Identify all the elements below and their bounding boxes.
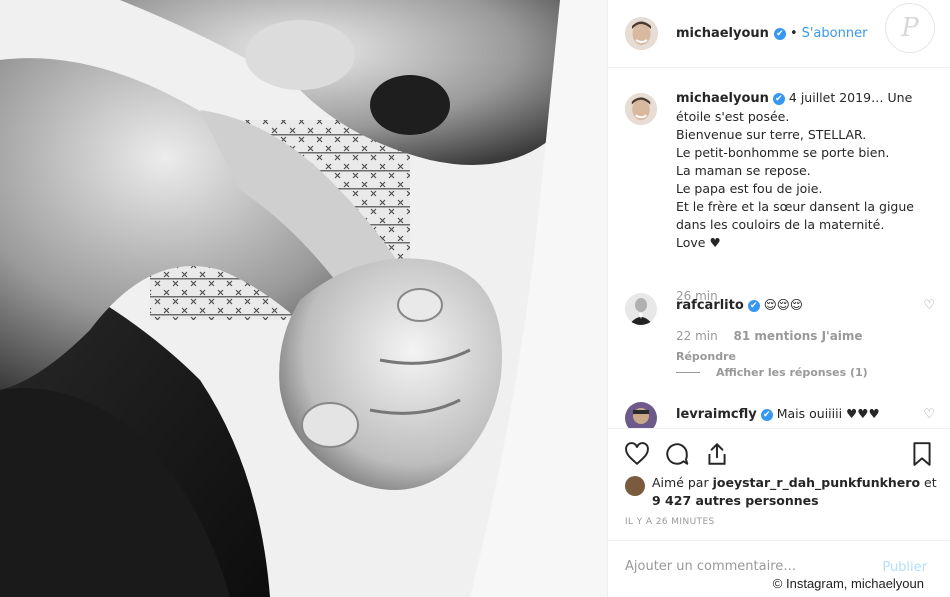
- comment-body: levraimcfly ✔ Mais ouiiiii ♥♥♥: [676, 405, 916, 423]
- likes-prefix: Aimé par: [652, 475, 709, 490]
- liker-avatar[interactable]: [625, 476, 645, 496]
- publish-button[interactable]: Publier: [882, 560, 927, 575]
- baby-hand-photo: [0, 0, 607, 597]
- comment-text: Mais ouiiiii ♥♥♥: [776, 406, 880, 421]
- caption-verified-icon: ✔: [772, 92, 785, 105]
- comment-like-heart-icon[interactable]: ♡: [923, 407, 935, 422]
- caption-line: Love ♥: [676, 235, 721, 250]
- reply-button[interactable]: Répondre: [676, 348, 916, 365]
- likes-conjunction: et: [924, 475, 937, 490]
- caption-line: 4 juillet 2019… Une: [788, 90, 913, 105]
- comment-input[interactable]: [625, 559, 865, 574]
- site-watermark-logo: P: [885, 3, 935, 53]
- comments-list[interactable]: michaelyoun ✔ 4 juillet 2019… Une étoile…: [608, 69, 950, 429]
- comment-body: rafcarlito ✔ 😌😌😌 22 min 81 mentions J'ai…: [676, 296, 916, 365]
- caption-author-face-icon: [625, 93, 657, 125]
- author-face-icon: [625, 17, 658, 50]
- comment-text: 😌😌😌: [763, 297, 803, 312]
- comment-meta: 22 min 81 mentions J'aime: [676, 328, 916, 345]
- post-photo[interactable]: [0, 0, 607, 597]
- author-username[interactable]: michaelyoun: [676, 26, 769, 41]
- commenter-username[interactable]: levraimcfly: [676, 407, 757, 422]
- share-icon[interactable]: [704, 441, 730, 467]
- heart-icon[interactable]: [624, 441, 650, 467]
- verified-badge-icon: ✔: [773, 27, 786, 40]
- commenter-avatar[interactable]: [625, 402, 657, 429]
- commenter-verified-icon: ✔: [760, 408, 773, 421]
- author-avatar[interactable]: [625, 17, 658, 50]
- caption-username[interactable]: michaelyoun: [676, 91, 769, 106]
- caption-line: Et le frère et la sœur dansent la gigue: [676, 199, 914, 214]
- commenter-username[interactable]: rafcarlito: [676, 298, 744, 313]
- caption-line: La maman se repose.: [676, 163, 811, 178]
- post-sidebar: michaelyoun ✔ • S'abonner P michaelyoun …: [607, 0, 950, 597]
- comment-icon[interactable]: [664, 441, 690, 467]
- post-header: michaelyoun ✔ • S'abonner P: [608, 0, 950, 68]
- caption-line: Le petit-bonhomme se porte bien.: [676, 145, 890, 160]
- post-timestamp[interactable]: IL Y A 26 MINUTES: [625, 517, 715, 527]
- view-replies-label: Afficher les réponses (1): [716, 366, 868, 379]
- liker-username[interactable]: joeystar_r_dah_punkfunkhero: [713, 475, 920, 490]
- commenter-face-icon: [625, 293, 657, 325]
- replies-line: [676, 372, 700, 373]
- bookmark-icon[interactable]: [909, 441, 935, 467]
- caption-line: Le papa est fou de joie.: [676, 181, 823, 196]
- likes-others[interactable]: 9 427 autres personnes: [652, 493, 819, 508]
- caption-text: michaelyoun ✔ 4 juillet 2019… Une étoile…: [676, 89, 936, 252]
- commenter-face-icon: [625, 402, 657, 429]
- caption-line: étoile s'est posée.: [676, 109, 790, 124]
- caption-line: Bienvenue sur terre, STELLAR.: [676, 127, 867, 142]
- commenter-verified-icon: ✔: [747, 299, 760, 312]
- commenter-avatar[interactable]: [625, 293, 657, 325]
- likes-text: Aimé par joeystar_r_dah_punkfunkhero et …: [652, 474, 942, 510]
- caption-line: dans les couloirs de la maternité.: [676, 217, 885, 232]
- caption-author-avatar[interactable]: [625, 93, 657, 125]
- comment-like-heart-icon[interactable]: ♡: [923, 298, 935, 313]
- comment-likes[interactable]: 81 mentions J'aime: [734, 329, 863, 343]
- photo-credit: © Instagram, michaelyoun: [770, 576, 926, 591]
- header-separator: •: [789, 26, 798, 41]
- action-bar: [608, 428, 950, 476]
- comment-time[interactable]: 22 min: [676, 329, 718, 343]
- follow-button[interactable]: S'abonner: [802, 26, 868, 41]
- comment-item: levraimcfly ✔ Mais ouiiiii ♥♥♥ ♡: [625, 402, 935, 429]
- view-replies-button[interactable]: Afficher les réponses (1): [676, 366, 868, 379]
